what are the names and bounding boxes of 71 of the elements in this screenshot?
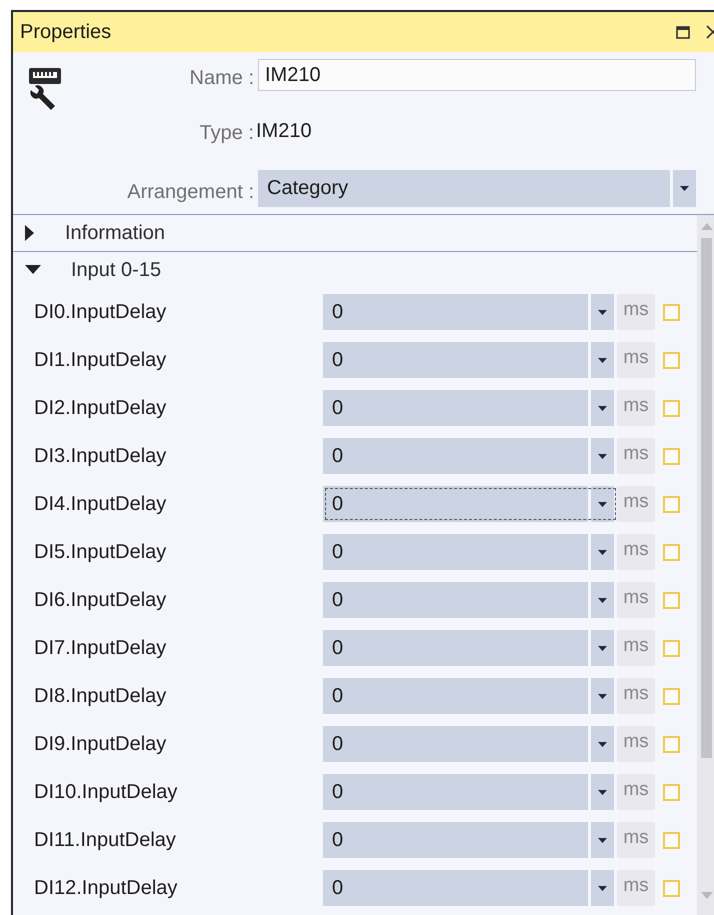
scrollbar[interactable] [697, 215, 714, 915]
dropdown-caret-icon [598, 358, 607, 362]
dropdown-caret-icon [680, 186, 689, 192]
checkbox[interactable] [663, 736, 680, 752]
dropdown-caret-icon [598, 646, 607, 650]
name-label: Name : [190, 66, 255, 90]
close-icon[interactable] [706, 25, 714, 39]
dropdown-caret-icon [598, 838, 607, 842]
dropdown-caret-icon [598, 454, 607, 458]
property-name: DI1.InputDelay [34, 348, 168, 372]
property-name: DI3.InputDelay [34, 444, 168, 468]
unit-label: ms [617, 534, 655, 570]
unit-label: ms [617, 486, 655, 522]
unit-label: ms [617, 774, 655, 810]
property-name: DI0.InputDelay [34, 300, 168, 324]
unit-label: ms [617, 294, 655, 330]
property-name: DI7.InputDelay [34, 636, 168, 660]
checkbox[interactable] [663, 784, 680, 800]
property-name: DI2.InputDelay [34, 396, 168, 420]
property-name: DI6.InputDelay [34, 588, 168, 612]
category-row[interactable]: Input 0-15 [13, 252, 697, 288]
checkbox[interactable] [663, 352, 680, 368]
type-value: IM210 [256, 118, 313, 144]
checkbox[interactable] [663, 640, 680, 656]
dropdown-caret-icon [598, 790, 607, 794]
dropdown-caret-icon [598, 310, 607, 314]
window-title: Properties [20, 20, 112, 44]
dropdown-caret-icon [598, 502, 607, 506]
dropdown-caret-icon [598, 694, 607, 698]
category-row[interactable]: Information [13, 215, 697, 252]
checkbox[interactable] [663, 688, 680, 704]
unit-label: ms [617, 726, 655, 762]
property-name: DI11.InputDelay [34, 828, 177, 852]
scroll-down-icon[interactable] [700, 892, 712, 899]
checkbox[interactable] [663, 544, 680, 560]
checkbox[interactable] [663, 592, 680, 608]
category-label: Input 0-15 [71, 258, 162, 282]
unit-label: ms [617, 678, 655, 714]
dropdown-caret-icon [598, 550, 607, 554]
unit-label: ms [617, 630, 655, 666]
unit-label: ms [617, 438, 655, 474]
unit-label: ms [617, 870, 655, 906]
type-label: Type : [200, 122, 255, 146]
dropdown-caret-icon [598, 598, 607, 602]
property-name: DI9.InputDelay [34, 732, 168, 756]
scroll-up-icon[interactable] [700, 223, 712, 230]
expand-arrow-icon[interactable] [25, 225, 35, 241]
checkbox[interactable] [663, 304, 680, 320]
unit-label: ms [617, 390, 655, 426]
checkbox[interactable] [663, 448, 680, 464]
checkbox[interactable] [663, 880, 680, 896]
property-name: DI5.InputDelay [34, 540, 168, 564]
property-name: DI4.InputDelay [34, 492, 168, 516]
scroll-thumb[interactable] [701, 238, 712, 758]
dropdown-caret-icon [598, 406, 607, 410]
unit-label: ms [617, 822, 655, 858]
maximize-icon[interactable] [676, 26, 690, 38]
name-field[interactable]: IM210 [258, 59, 696, 91]
arrangement-label: Arrangement : [127, 180, 255, 204]
checkbox[interactable] [663, 496, 680, 512]
dropdown-caret-icon [598, 886, 607, 890]
property-name: DI12.InputDelay [34, 876, 178, 900]
unit-label: ms [617, 342, 655, 378]
checkbox[interactable] [663, 400, 680, 416]
collapse-arrow-icon[interactable] [25, 265, 41, 275]
unit-label: ms [617, 582, 655, 618]
category-label: Information [65, 222, 166, 244]
property-name: DI8.InputDelay [34, 684, 168, 708]
property-name: DI10.InputDelay [34, 780, 178, 804]
dropdown-caret-icon [598, 742, 607, 746]
checkbox[interactable] [663, 832, 680, 848]
